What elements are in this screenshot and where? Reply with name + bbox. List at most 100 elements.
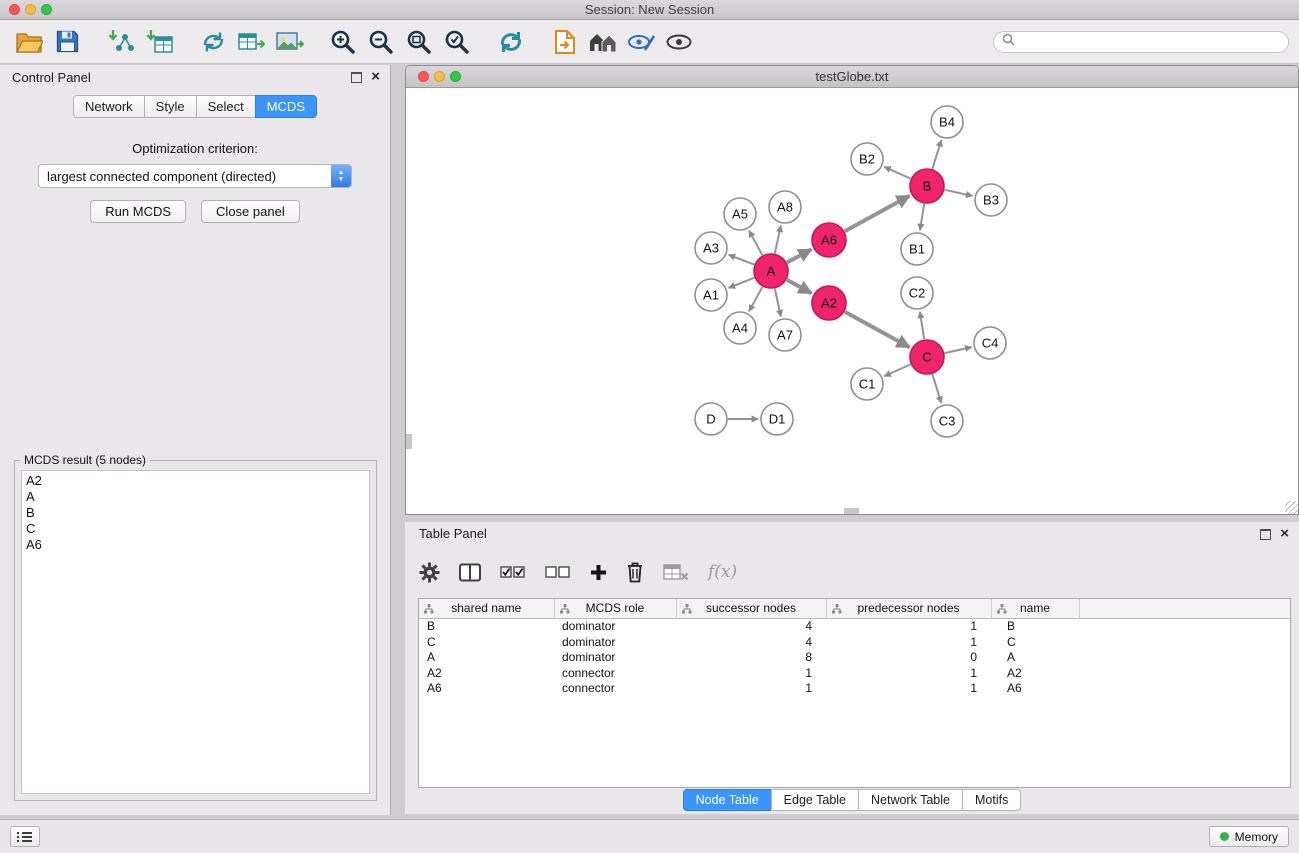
column-header-shared-name[interactable]: shared name	[419, 599, 554, 619]
export-table-icon[interactable]	[232, 23, 270, 61]
show-graphics-details-icon[interactable]	[660, 23, 698, 61]
network-canvas[interactable]: B4B2BB3A5A8A6B1A3AC2A1A2A4A7C4CC1C3DD1	[406, 88, 1298, 514]
criterion-dropdown[interactable]: largest connected component (directed) ▲…	[38, 164, 352, 188]
graph-edge-A-A5[interactable]	[749, 231, 762, 256]
graph-node-D[interactable]: D	[695, 403, 727, 435]
table-cell[interactable]: 8	[676, 650, 826, 666]
network-window-titlebar[interactable]: testGlobe.txt	[406, 66, 1298, 88]
mcds-result-item[interactable]: B	[26, 505, 365, 521]
table-row[interactable]: Cdominator41C	[419, 635, 1290, 651]
zoom-selected-icon[interactable]	[438, 23, 476, 61]
float-table-panel-icon[interactable]	[1260, 529, 1271, 540]
table-cell[interactable]: B	[991, 619, 1079, 635]
tab-select[interactable]: Select	[196, 95, 256, 118]
table-cell[interactable]: dominator	[554, 635, 676, 651]
table-cell[interactable]: dominator	[554, 650, 676, 666]
table-settings-gear-icon[interactable]	[419, 562, 440, 583]
zoom-in-icon[interactable]	[324, 23, 362, 61]
table-row[interactable]: A6connector11A6	[419, 681, 1290, 697]
graph-edge-C-C2[interactable]	[920, 312, 924, 339]
graph-edge-A6-B[interactable]	[845, 196, 910, 232]
graph-node-C1[interactable]: C1	[851, 368, 883, 400]
save-session-icon[interactable]	[48, 23, 86, 61]
export-image-icon[interactable]	[270, 23, 308, 61]
table-cell[interactable]: 4	[676, 635, 826, 651]
resize-grip[interactable]	[1285, 501, 1298, 514]
graph-edge-B-B3[interactable]	[945, 190, 973, 196]
graph-node-A3[interactable]: A3	[695, 232, 727, 264]
zoom-out-icon[interactable]	[362, 23, 400, 61]
table-row[interactable]: A2connector11A2	[419, 666, 1290, 682]
graph-node-C[interactable]: C	[910, 340, 944, 374]
tab-style[interactable]: Style	[144, 95, 197, 118]
close-table-panel-icon[interactable]: ×	[1280, 528, 1289, 540]
table-cell[interactable]: C	[419, 635, 554, 651]
graph-node-B3[interactable]: B3	[975, 184, 1007, 216]
column-header-MCDS-role[interactable]: MCDS role	[554, 599, 676, 619]
first-neighbors-icon[interactable]	[546, 23, 584, 61]
graph-node-A7[interactable]: A7	[769, 319, 801, 351]
zoom-fit-icon[interactable]	[400, 23, 438, 61]
export-network-icon[interactable]	[194, 23, 232, 61]
table-cell[interactable]: connector	[554, 666, 676, 682]
table-cell[interactable]: 1	[676, 666, 826, 682]
deselect-all-icon[interactable]	[545, 566, 571, 579]
select-all-icon[interactable]	[500, 566, 526, 579]
vertical-scroll-thumb[interactable]	[406, 434, 412, 449]
table-row[interactable]: Adominator80A	[419, 650, 1290, 666]
table-cell[interactable]: 1	[826, 666, 991, 682]
table-cell[interactable]: connector	[554, 681, 676, 697]
graph-node-C2[interactable]: C2	[901, 277, 933, 309]
graph-node-A8[interactable]: A8	[769, 191, 801, 223]
network-minimize-button[interactable]	[434, 71, 445, 82]
graph-node-B4[interactable]: B4	[931, 106, 963, 138]
graph-edge-B-B2[interactable]	[884, 167, 910, 179]
column-header-name[interactable]: name	[991, 599, 1079, 619]
column-header-predecessor-nodes[interactable]: predecessor nodes	[826, 599, 991, 619]
network-overview-icon[interactable]	[584, 23, 622, 61]
close-window-button[interactable]	[9, 4, 20, 15]
table-row[interactable]: Bdominator41B	[419, 619, 1290, 635]
graph-edge-B-B1[interactable]	[920, 204, 924, 230]
table-cell[interactable]: A6	[419, 681, 554, 697]
delete-row-icon[interactable]	[626, 561, 644, 583]
table-cell[interactable]: A	[419, 650, 554, 666]
graph-node-B1[interactable]: B1	[901, 233, 933, 265]
network-zoom-button[interactable]	[450, 71, 461, 82]
search-input[interactable]	[1020, 34, 1280, 50]
memory-button[interactable]: Memory	[1209, 826, 1289, 847]
function-builder-icon[interactable]: f(x)	[708, 562, 737, 582]
table-cell[interactable]: 1	[676, 681, 826, 697]
graph-node-A1[interactable]: A1	[695, 279, 727, 311]
graph-node-B2[interactable]: B2	[851, 143, 883, 175]
column-visibility-icon[interactable]	[459, 563, 481, 582]
import-table-icon[interactable]	[140, 23, 178, 61]
mcds-result-item[interactable]: A2	[26, 473, 365, 489]
graph-node-A5[interactable]: A5	[724, 198, 756, 230]
table-cell[interactable]: dominator	[554, 619, 676, 635]
tab-network-table[interactable]: Network Table	[858, 789, 963, 811]
tab-edge-table[interactable]: Edge Table	[771, 789, 859, 811]
close-panel-button[interactable]: Close panel	[201, 200, 300, 223]
table-cell[interactable]: 1	[826, 635, 991, 651]
graph-edge-C-C1[interactable]	[884, 364, 910, 376]
mcds-result-item[interactable]: A6	[26, 537, 365, 553]
graph-node-C3[interactable]: C3	[931, 405, 963, 437]
table-cell[interactable]: 1	[826, 681, 991, 697]
graph-edge-C-C3[interactable]	[932, 374, 941, 403]
tab-network[interactable]: Network	[73, 95, 145, 118]
table-cell[interactable]: 1	[826, 619, 991, 635]
refresh-layout-icon[interactable]	[492, 23, 530, 61]
zoom-window-button[interactable]	[41, 4, 52, 15]
tab-node-table[interactable]: Node Table	[683, 789, 772, 811]
network-close-button[interactable]	[418, 71, 429, 82]
graph-node-D1[interactable]: D1	[761, 403, 793, 435]
open-session-icon[interactable]	[10, 23, 48, 61]
mcds-result-item[interactable]: C	[26, 521, 365, 537]
table-cell[interactable]: A2	[991, 666, 1079, 682]
table-cell[interactable]: A	[991, 650, 1079, 666]
graph-node-A[interactable]: A	[754, 254, 788, 288]
close-control-panel-icon[interactable]: ×	[371, 71, 380, 83]
table-cell[interactable]: A6	[991, 681, 1079, 697]
delete-table-icon[interactable]	[663, 563, 689, 582]
